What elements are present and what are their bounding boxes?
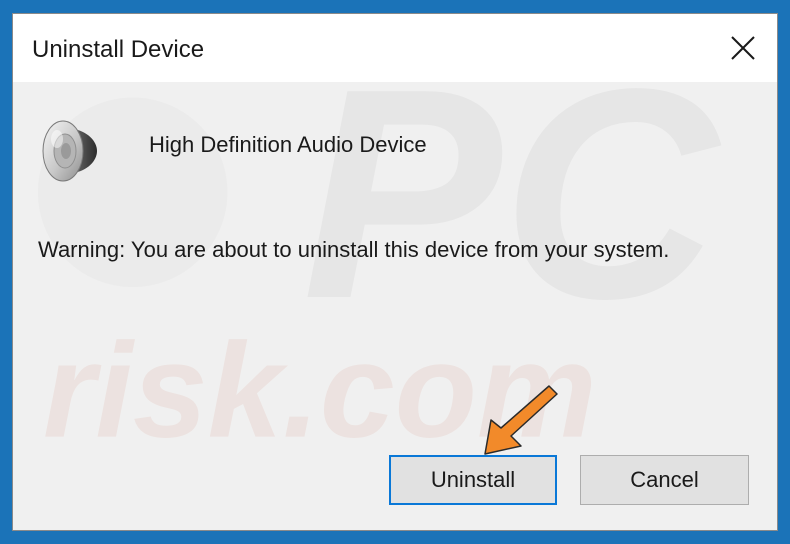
cancel-button[interactable]: Cancel: [580, 455, 749, 505]
watermark-primary-text: PC: [302, 82, 721, 361]
close-button[interactable]: [719, 26, 765, 72]
uninstall-device-dialog: Uninstall Device PC risk.com High Defini…: [12, 13, 778, 531]
device-name: High Definition Audio Device: [149, 132, 427, 157]
speaker-icon: [42, 120, 97, 182]
watermark-secondary-text: risk.com: [43, 315, 597, 466]
warning-message: Warning: You are about to uninstall this…: [38, 237, 670, 262]
uninstall-button[interactable]: Uninstall: [389, 455, 557, 505]
arrow-pointer-icon: [484, 385, 558, 455]
dialog-title: Uninstall Device: [32, 36, 205, 63]
close-icon: [731, 36, 755, 60]
dialog-titlebar: Uninstall Device: [13, 14, 777, 82]
dialog-body: PC risk.com High Definition Audio Device…: [13, 82, 777, 530]
